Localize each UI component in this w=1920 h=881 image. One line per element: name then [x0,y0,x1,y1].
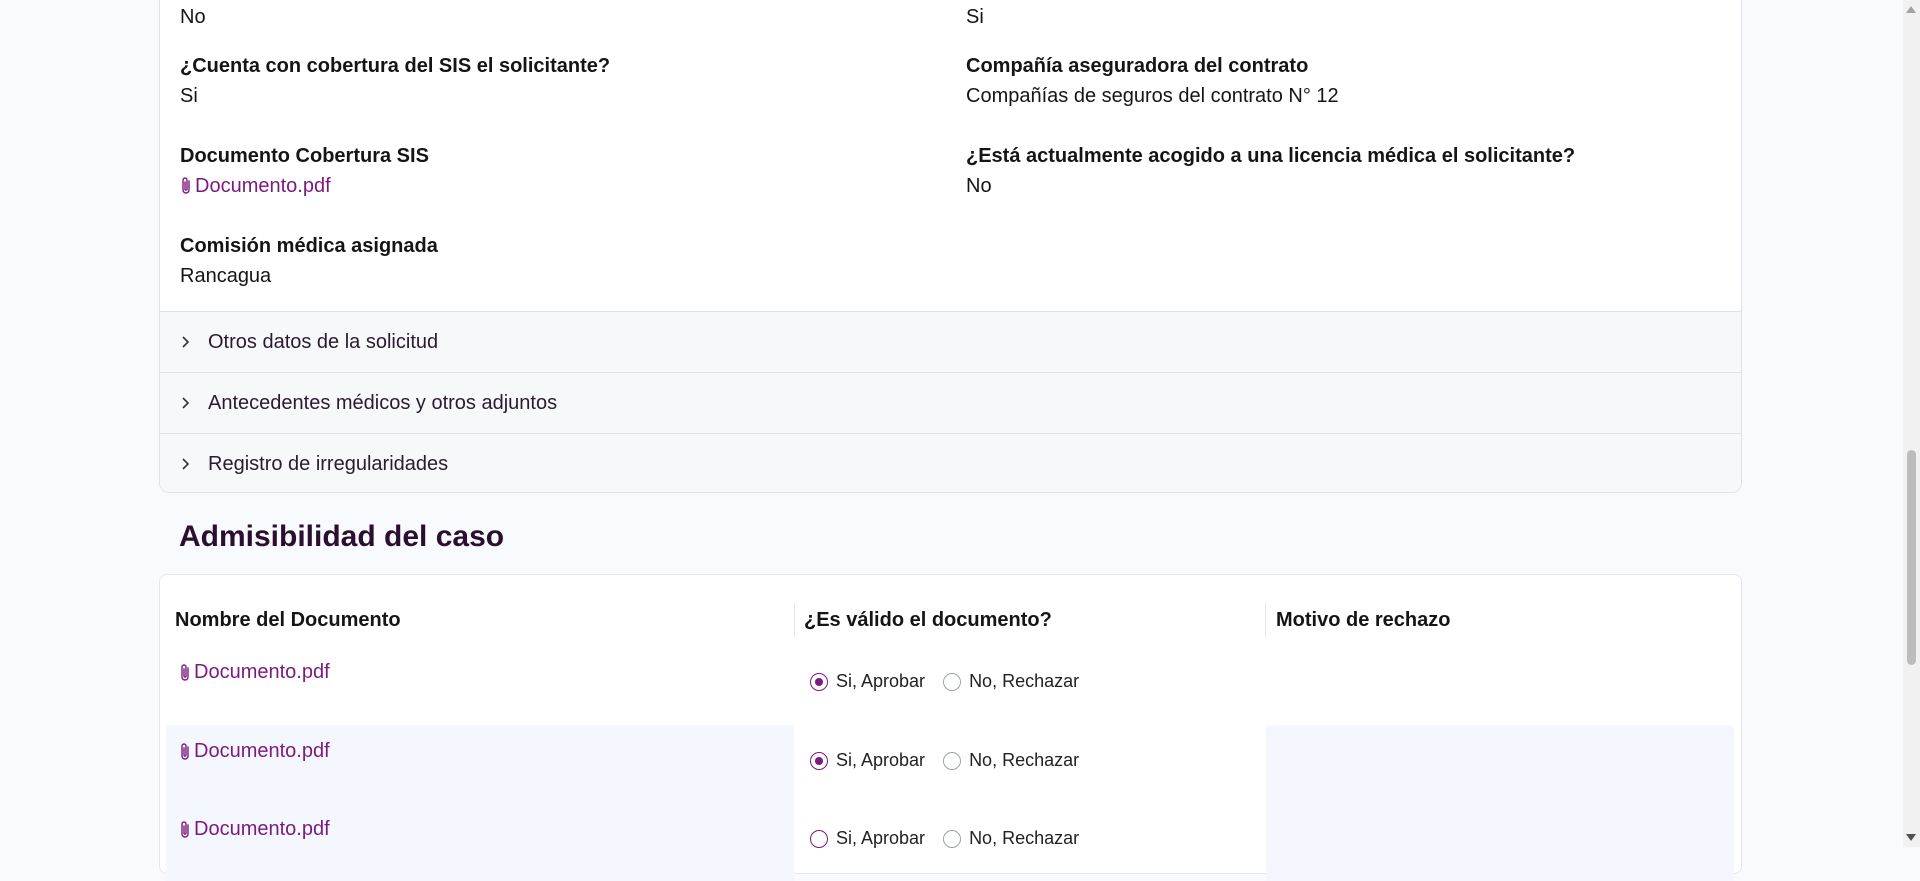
aseguradora-value: Compañías de seguros del contrato N° 12 [966,85,1339,107]
reject-radio-label: No, Rechazar [969,671,1080,691]
approve-radio-label: Si, Aprobar [836,671,926,691]
column-header-valido: ¿Es válido el documento? [804,609,1052,631]
accordion-antecedentes[interactable]: Antecedentes médicos y otros adjuntos [160,372,1741,433]
document-link[interactable]: Documento.pdf [179,661,330,684]
approve-radio-label: Si, Aprobar [836,828,926,848]
accordion-antecedentes-label: Antecedentes médicos y otros adjuntos [208,391,558,414]
accordion-irregularidades[interactable]: Registro de irregularidades [160,433,1741,492]
scroll-down-arrow-icon[interactable] [1906,834,1916,841]
column-header-motivo: Motivo de rechazo [1276,609,1451,631]
column-divider [794,603,795,637]
scrollbar-thumb[interactable] [1907,450,1916,665]
paperclip-icon [181,742,189,760]
accordion-irregularidades-label: Registro de irregularidades [208,452,449,475]
aseguradora-label: Compañía aseguradora del contrato [966,55,1309,77]
chevron-right-icon [180,457,196,471]
licencia-value: No [966,175,992,197]
document-link-text: Documento.pdf [194,740,330,762]
approve-radio-label: Si, Aprobar [836,750,926,770]
chevron-right-icon [180,335,196,349]
motivo-cell [1266,803,1734,881]
licencia-field: ¿Está actualmente acogido a una licencia… [966,144,1575,198]
radio-unselected-icon [810,829,828,848]
validity-radio-group: Si, Aprobar No, Rechazar [810,671,1079,692]
document-link-text: Documento.pdf [194,661,330,683]
radio-selected-icon [810,672,828,691]
paperclip-icon [181,820,189,838]
row-background [166,725,794,803]
cobertura-sis-field: ¿Cuenta con cobertura del SIS el solicit… [180,54,610,108]
paperclip-icon [182,177,190,194]
aseguradora-field: Compañía aseguradora del contrato Compañ… [966,54,1339,108]
document-link-text: Documento.pdf [194,818,330,840]
column-header-nombre: Nombre del Documento [175,609,401,631]
solicitud-details-card: No Si ¿Cuenta con cobertura del SIS el s… [159,0,1742,493]
documento-sis-link-text: Documento.pdf [195,175,331,197]
table-row: Documento.pdf Si, Aprobar No, Rechazar [166,803,1734,881]
previous-field-left-value: No [180,6,206,28]
radio-selected-icon [810,751,828,770]
cobertura-sis-value: Si [180,85,198,107]
previous-field-left: No [180,5,206,29]
document-link[interactable]: Documento.pdf [179,818,330,841]
validity-radio-group: Si, Aprobar No, Rechazar [810,828,1079,849]
comision-label: Comisión médica asignada [180,235,438,257]
scroll-up-arrow-icon[interactable] [1906,6,1916,13]
radio-unselected-icon [943,829,962,848]
approve-radio[interactable]: Si, Aprobar [810,750,925,771]
reject-radio[interactable]: No, Rechazar [943,750,1079,771]
documento-sis-label: Documento Cobertura SIS [180,145,429,167]
accordion-otros-datos[interactable]: Otros datos de la solicitud [160,311,1741,372]
row-background [166,803,794,881]
accordion-otros-datos-label: Otros datos de la solicitud [208,330,439,353]
previous-field-right-value: Si [966,6,984,28]
chevron-right-icon [180,396,196,410]
admisibilidad-title: Admisibilidad del caso [179,520,505,553]
table-row: Documento.pdf Si, Aprobar No, Rechazar [166,725,1734,803]
motivo-cell [1266,725,1734,803]
document-link[interactable]: Documento.pdf [179,740,330,763]
approve-radio[interactable]: Si, Aprobar [810,671,925,692]
vertical-scrollbar[interactable] [1903,0,1920,847]
documento-sis-link[interactable]: Documento.pdf [180,174,331,198]
previous-field-right: Si [966,5,984,29]
reject-radio[interactable]: No, Rechazar [943,671,1079,692]
approve-radio[interactable]: Si, Aprobar [810,828,925,849]
radio-unselected-icon [943,751,962,770]
documento-sis-field: Documento Cobertura SIS Documento.pdf [180,144,429,202]
reject-radio-label: No, Rechazar [969,828,1080,848]
reject-radio-label: No, Rechazar [969,750,1080,770]
admisibilidad-table: Nombre del Documento ¿Es válido el docum… [159,574,1742,881]
cobertura-sis-label: ¿Cuenta con cobertura del SIS el solicit… [180,55,611,77]
validity-radio-group: Si, Aprobar No, Rechazar [810,750,1079,771]
column-divider [1265,603,1266,637]
licencia-label: ¿Está actualmente acogido a una licencia… [966,145,1576,167]
comision-field: Comisión médica asignada Rancagua [180,234,438,288]
table-row: Documento.pdf Si, Aprobar No, Rechazar [166,649,1734,727]
paperclip-icon [181,663,189,681]
radio-unselected-icon [943,672,962,691]
comision-value: Rancagua [180,265,272,287]
reject-radio[interactable]: No, Rechazar [943,828,1079,849]
